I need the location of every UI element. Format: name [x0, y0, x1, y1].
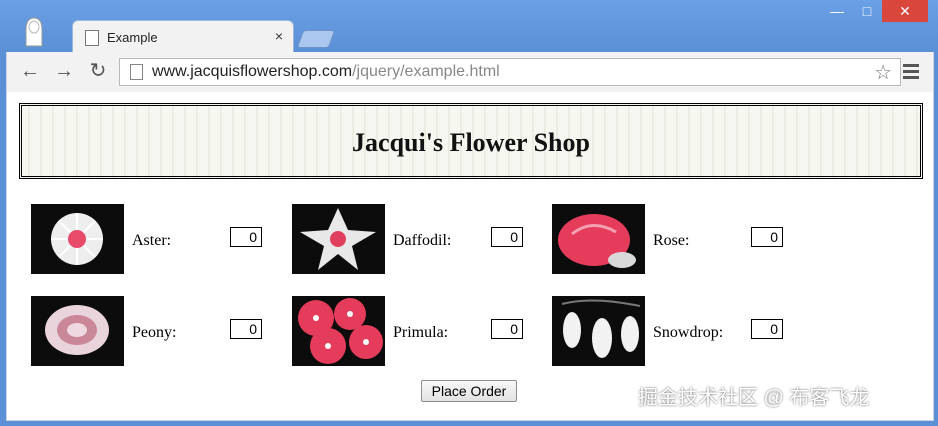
- flower-label: Rose:: [653, 232, 690, 249]
- url-text: www.jacquisflowershop.com/jquery/example…: [152, 63, 500, 80]
- flower-aster: Aster:: [31, 204, 281, 274]
- browser-window: Example × — □ ✕ ← → ↻ www.jacquisflowers…: [0, 0, 938, 426]
- maximize-button[interactable]: □: [852, 0, 882, 22]
- flower-label: Peony:: [132, 324, 177, 341]
- flower-label: Primula:: [393, 324, 449, 341]
- reload-icon[interactable]: ↻: [87, 60, 109, 82]
- primula-image: [292, 296, 385, 366]
- address-bar[interactable]: www.jacquisflowershop.com/jquery/example…: [119, 58, 901, 86]
- browser-tab[interactable]: Example ×: [72, 20, 294, 53]
- tab-title: Example: [107, 30, 158, 45]
- title-bar: Example × — □ ✕: [0, 0, 938, 53]
- flower-label: Daffodil:: [393, 232, 452, 249]
- user-profile-icon[interactable]: [22, 16, 46, 48]
- flower-primula: Primula:: [292, 296, 542, 366]
- snowdrop-image: [552, 296, 645, 366]
- flower-peony: Peony:: [31, 296, 281, 366]
- forward-arrow-icon[interactable]: →: [53, 60, 75, 82]
- aster-image: [31, 204, 124, 274]
- place-order-button[interactable]: Place Order: [421, 380, 517, 402]
- peony-image: [31, 296, 124, 366]
- page-icon: [85, 30, 99, 46]
- menu-icon[interactable]: [903, 64, 919, 80]
- back-arrow-icon[interactable]: ←: [19, 60, 41, 82]
- aster-quantity-input[interactable]: [230, 227, 262, 247]
- page-title: Jacqui's Flower Shop: [352, 128, 590, 157]
- flower-rose: Rose:: [552, 204, 802, 274]
- snowdrop-quantity-input[interactable]: [751, 319, 783, 339]
- flower-label: Snowdrop:: [653, 324, 724, 341]
- flower-label: Aster:: [132, 232, 172, 249]
- daffodil-quantity-input[interactable]: [491, 227, 523, 247]
- new-tab-button[interactable]: [296, 30, 336, 48]
- page-content: Jacqui's Flower Shop Aster: Daff: [6, 92, 934, 421]
- page-icon: [130, 64, 143, 80]
- peony-quantity-input[interactable]: [230, 319, 262, 339]
- rose-image: [552, 204, 645, 274]
- browser-toolbar: ← → ↻ www.jacquisflowershop.com/jquery/e…: [6, 52, 934, 92]
- flower-daffodil: Daffodil:: [292, 204, 542, 274]
- flower-snowdrop: Snowdrop:: [552, 296, 802, 366]
- minimize-button[interactable]: —: [822, 0, 852, 22]
- header-banner: Jacqui's Flower Shop: [19, 103, 923, 179]
- close-window-button[interactable]: ✕: [882, 0, 928, 22]
- rose-quantity-input[interactable]: [751, 227, 783, 247]
- bookmark-star-icon[interactable]: ☆: [874, 60, 892, 85]
- daffodil-image: [292, 204, 385, 274]
- primula-quantity-input[interactable]: [491, 319, 523, 339]
- tab-close-icon[interactable]: ×: [275, 28, 283, 44]
- watermark-text: 掘金技术社区 @ 布客飞龙: [638, 387, 870, 409]
